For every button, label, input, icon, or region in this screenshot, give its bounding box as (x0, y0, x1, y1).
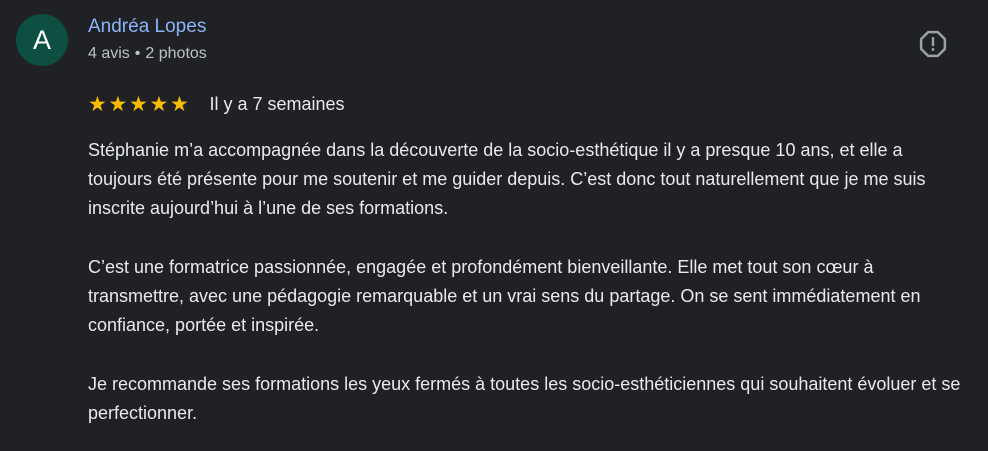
review-paragraph: Stéphanie m’a accompagnée dans la découv… (88, 140, 926, 218)
author-meta: 4 avis • 2 photos (88, 45, 207, 63)
report-button[interactable] (916, 27, 950, 61)
rating-row: ★ ★ ★ ★ ★ Il y a 7 semaines (88, 92, 345, 116)
avatar[interactable]: A (16, 14, 68, 66)
review-paragraph: Je recommande ses formations les yeux fe… (88, 374, 961, 423)
review-paragraph: C’est une formatrice passionnée, engagée… (88, 257, 921, 335)
star-icon: ★ (129, 92, 148, 116)
star-icon: ★ (108, 92, 128, 116)
star-icon: ★ (170, 92, 189, 116)
star-icon: ★ (149, 92, 169, 116)
photos-count: 2 photos (145, 45, 207, 62)
review-date: Il y a 7 semaines (209, 93, 345, 114)
star-icon: ★ (88, 92, 107, 116)
star-rating: ★ ★ ★ ★ ★ (88, 94, 191, 115)
meta-separator: • (134, 45, 141, 62)
review-text: Stéphanie m’a accompagnée dans la découv… (88, 136, 968, 428)
reviews-count: 4 avis (88, 45, 130, 62)
author-name[interactable]: Andréa Lopes (88, 16, 206, 38)
report-flag-icon (919, 30, 947, 58)
